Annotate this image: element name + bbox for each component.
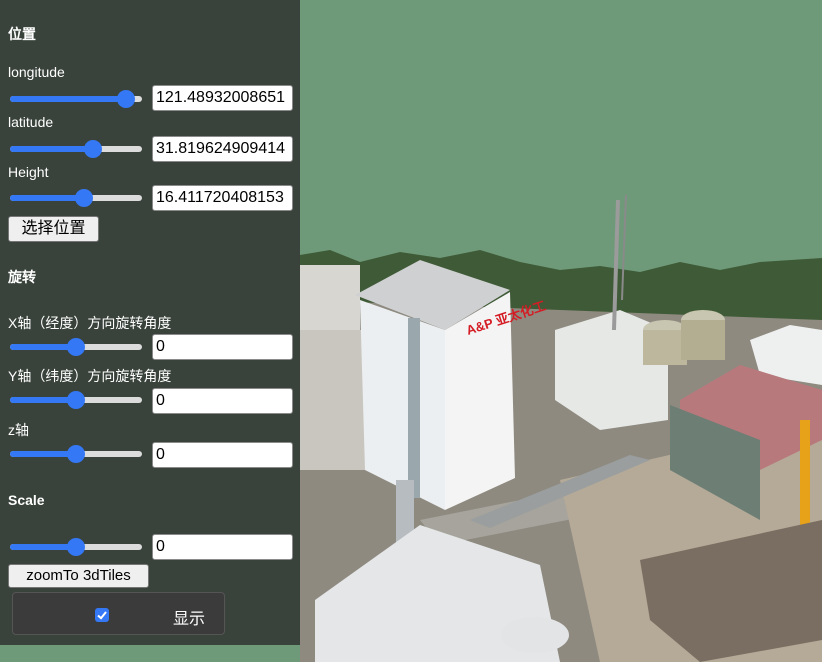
z-rotation-input[interactable]: 0: [152, 442, 293, 468]
visibility-checkbox[interactable]: [95, 608, 109, 622]
longitude-input[interactable]: 121.48932008651: [152, 85, 293, 111]
x-rotation-slider[interactable]: [10, 337, 142, 357]
slider-thumb[interactable]: [67, 391, 85, 409]
zoom-to-3dtiles-button[interactable]: zoomTo 3dTiles: [8, 564, 149, 588]
y-rotation-label: Y轴（纬度）方向旋转角度: [8, 368, 172, 384]
visibility-toggle-container: 显示: [12, 592, 225, 635]
longitude-slider[interactable]: [10, 89, 142, 109]
slider-thumb[interactable]: [117, 90, 135, 108]
foreground-tank: [501, 617, 569, 653]
slider-thumb[interactable]: [67, 445, 85, 463]
storage-tank-2-body: [681, 320, 725, 360]
y-rotation-input[interactable]: 0: [152, 388, 293, 414]
slider-fill: [10, 195, 84, 201]
scale-section-title: Scale: [8, 492, 45, 508]
z-rotation-label: z轴: [8, 422, 29, 438]
slider-thumb[interactable]: [67, 538, 85, 556]
longitude-label: longitude: [8, 64, 65, 80]
slider-fill: [10, 96, 126, 102]
crane: [800, 420, 810, 540]
height-input[interactable]: 16.411720408153: [152, 185, 293, 211]
height-label: Height: [8, 164, 49, 180]
height-slider[interactable]: [10, 188, 142, 208]
scale-input[interactable]: 0: [152, 534, 293, 560]
select-position-button[interactable]: 选择位置: [8, 216, 99, 242]
visibility-label: 显示: [173, 611, 206, 628]
latitude-input[interactable]: 31.819624909414: [152, 136, 293, 162]
x-rotation-input[interactable]: 0: [152, 334, 293, 360]
checkmark-icon: [97, 611, 107, 620]
latitude-label: latitude: [8, 114, 54, 130]
y-rotation-slider[interactable]: [10, 390, 142, 410]
slider-thumb[interactable]: [75, 189, 93, 207]
z-rotation-slider[interactable]: [10, 444, 142, 464]
storage-tank-1-body: [643, 330, 687, 365]
position-section-title: 位置: [8, 26, 36, 42]
slider-thumb[interactable]: [84, 140, 102, 158]
control-panel: 位置 longitude 121.48932008651 latitude 31…: [0, 0, 300, 645]
x-rotation-label: X轴（经度）方向旋转角度: [8, 315, 172, 331]
building-left-2: [300, 330, 370, 470]
main-building-stripe: [408, 318, 420, 498]
slider-thumb[interactable]: [67, 338, 85, 356]
scale-slider[interactable]: [10, 537, 142, 557]
rotation-section-title: 旋转: [8, 269, 36, 285]
slider-fill: [10, 146, 93, 152]
latitude-slider[interactable]: [10, 139, 142, 159]
